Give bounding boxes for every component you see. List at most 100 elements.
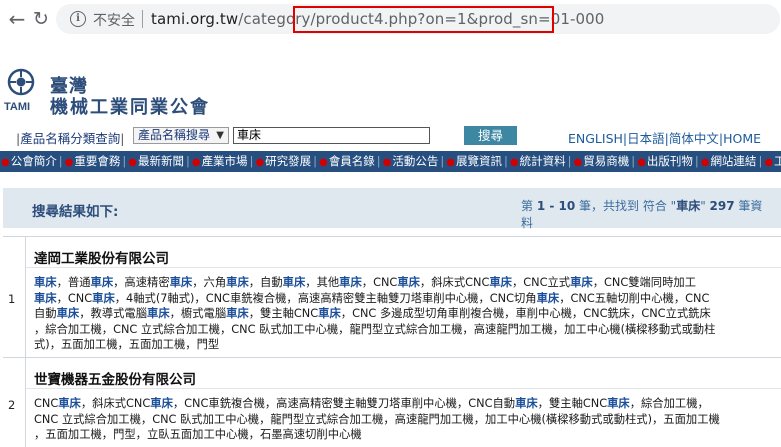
nav-item[interactable]: ●統計資料 [509, 151, 567, 172]
result-content: 世寶機器五金股份有限公司 CNC車床，斜床式CNC車床，CNC車銑複合機，高速高… [25, 358, 781, 447]
nav-item-label: 統計資料 [519, 154, 566, 168]
keyword-highlight: 車床 [34, 276, 57, 289]
description-text: ，CNC [56, 291, 93, 305]
description-line: 車床，CNC車床，4軸式(7軸式)，CNC車銑複合機，高速高精密雙主軸雙刀塔車削… [34, 291, 774, 307]
keyword-highlight: 車床 [226, 276, 249, 289]
count-suffix: 筆資 [734, 199, 763, 213]
url-host: tami.org.tw [151, 10, 239, 28]
bullet-icon: ● [382, 157, 392, 168]
search-type-select[interactable]: 產品名稱搜尋 ▼ [133, 127, 229, 144]
bullet-icon: ● [764, 157, 774, 168]
description-line: 自動車床，教導式電腦車床，櫥式電腦車床，雙主軸CNC車床，CNC 多邊成型切角車… [34, 306, 774, 322]
nav-separator: | [631, 154, 636, 168]
result-number: 1 [8, 292, 16, 306]
description-line: ，五面加工機，門型，立臥五面加工中心機，石墨高速切削中心機 [34, 427, 774, 443]
nav-item[interactable]: ●網站連結 [700, 151, 758, 172]
description-text: ，櫥式電腦 [169, 307, 227, 320]
result-item: 2 世寶機器五金股份有限公司 CNC車床，斜床式CNC車床，CNC車銑複合機，高… [3, 357, 781, 447]
keyword-highlight: 車床 [90, 276, 114, 289]
description-text: ，CNC五軸切削中心機，CNC [559, 291, 710, 305]
bullet-icon: ● [573, 157, 583, 168]
nav-item-label: 工作機會 [774, 154, 781, 168]
description-text: ，CNC車銑複合機，高速高精密雙主軸雙刀塔車削中心機，CNC自動 [172, 397, 516, 410]
bullet-icon: ● [255, 157, 265, 168]
description-text: ，六角 [192, 276, 227, 289]
search-button[interactable]: 搜尋 [464, 126, 517, 145]
nav-item[interactable]: ●最新新聞 [127, 151, 185, 172]
tami-logo[interactable]: TAMI [4, 67, 38, 113]
lang-simplified-chinese[interactable]: 简体中文 [669, 131, 719, 146]
description-text: ，雙主軸CNC [248, 307, 319, 320]
nav-item[interactable]: ●公會簡介 [0, 151, 58, 172]
count-mid: " [700, 199, 710, 213]
nav-item[interactable]: ●會員名錄 [318, 151, 376, 172]
lang-english[interactable]: ENGLISH [568, 131, 623, 146]
description-text: CNC [34, 397, 59, 410]
nav-item[interactable]: ●重要會務 [64, 151, 122, 172]
result-divider [26, 388, 781, 389]
keyword-input[interactable]: 車床 [233, 127, 430, 144]
chevron-down-icon: ▼ [216, 130, 224, 141]
keyword-highlight: 車床 [339, 276, 362, 289]
keyword-highlight: 車床 [56, 307, 80, 320]
description-text: ，CNC雙端同時加工 [592, 276, 696, 289]
bullet-icon: ● [64, 157, 74, 168]
logo-abbr: TAMI [4, 101, 30, 113]
nav-separator: | [440, 154, 445, 168]
address-separator [142, 10, 143, 28]
nav-item[interactable]: ●研究發展 [254, 151, 312, 172]
bullet-icon: ● [509, 157, 519, 168]
nav-item-label: 重要會務 [74, 154, 121, 168]
description-text: ，CNC 多邊成型切角車削複合機，車削中心機，CNC銑床，CNC立式銑床 [340, 307, 711, 320]
nav-item-label: 活動公告 [392, 154, 439, 168]
product-description: 車床，普通車床，高速精密車床，六角車床，自動車床，其他車床，CNC車床，斜床式C… [34, 275, 774, 353]
nav-item[interactable]: ●貿易商機 [572, 151, 630, 172]
nav-separator: | [122, 154, 127, 168]
keyword-highlight: 車床 [397, 276, 420, 289]
description-text: ，斜床式CNC [80, 397, 151, 410]
results-heading: 搜尋結果如下: [32, 204, 119, 220]
description-text: ，斜床式CNC [419, 276, 490, 289]
description-line: 式)，五面加工機，五面加工機，門型 [34, 337, 774, 353]
language-links: ENGLISH|日本語|简体中文|HOME [568, 131, 762, 146]
nav-item[interactable]: ●出版刊物 [636, 151, 694, 172]
keyword-highlight: 車床 [607, 397, 630, 410]
description-line: 車床，普通車床，高速精密車床，六角車床，自動車床，其他車床，CNC車床，斜床式C… [34, 275, 774, 291]
category-search-link[interactable]: |產品名稱分類查詢| [16, 128, 124, 147]
keyword-highlight: 車床 [169, 276, 193, 289]
keyword-highlight: 車床 [92, 291, 115, 305]
nav-item[interactable]: ●工作機會 [763, 151, 781, 172]
lang-japanese[interactable]: 日本語 [627, 131, 665, 146]
count-suffix-2: 料 [521, 216, 534, 230]
nav-item-label: 公會簡介 [10, 154, 57, 168]
description-text: ，雙主軸CNC [537, 397, 608, 410]
home-link[interactable]: HOME [723, 131, 761, 146]
company-name[interactable]: 世寶機器五金股份有限公司 [34, 368, 196, 388]
results-count: 第 1 - 10 筆，共找到 符合 "車床" 297 筆資料 [521, 198, 762, 232]
result-divider [26, 267, 781, 268]
keyword-highlight: 車床 [150, 397, 173, 410]
nav-item[interactable]: ●產業市場 [191, 151, 249, 172]
keyword-highlight: 車床 [58, 397, 81, 410]
nav-item[interactable]: ●展覽資訊 [445, 151, 503, 172]
nav-separator: | [376, 154, 381, 168]
description-text: ，CNC立式 [511, 276, 571, 289]
results-range: 1 - 10 [536, 199, 576, 213]
description-text: ，自動 [248, 276, 283, 289]
nav-item-label: 產業市場 [201, 154, 248, 168]
nav-item[interactable]: ●活動公告 [382, 151, 440, 172]
bullet-icon: ● [191, 157, 201, 168]
description-text: ，普通 [56, 276, 91, 289]
back-arrow-icon[interactable]: ← [6, 8, 28, 30]
nav-item-label: 貿易商機 [583, 154, 630, 168]
nav-item-label: 出版刊物 [646, 154, 693, 168]
nav-separator: | [758, 154, 763, 168]
nav-item-label: 會員名錄 [328, 154, 375, 168]
company-name[interactable]: 達岡工業股份有限公司 [34, 247, 169, 267]
info-icon[interactable]: i [70, 11, 86, 27]
nav-item-label: 最新新聞 [137, 154, 184, 168]
browser-toolbar: ← ↻ i 不安全 tami.org.tw/category/product4.… [0, 0, 781, 40]
reload-icon[interactable]: ↻ [30, 8, 52, 30]
keyword-highlight: 車床 [536, 291, 560, 305]
nav-separator: | [313, 154, 318, 168]
